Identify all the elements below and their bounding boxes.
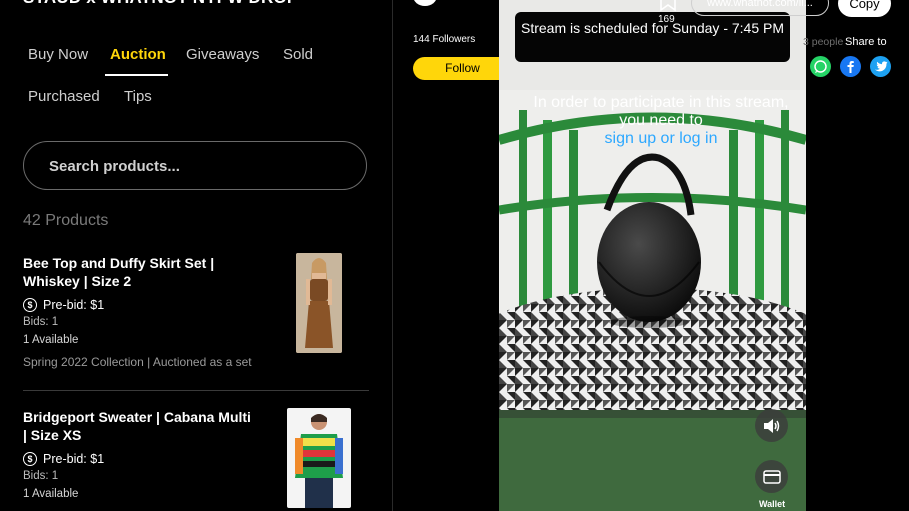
share-url[interactable]: www.whatnot.com/li...	[691, 0, 829, 16]
bookmark-count: 169	[658, 14, 675, 25]
viewers-text: 3 people	[803, 36, 844, 48]
share-to-label: Share to	[845, 36, 887, 48]
whatsapp-icon[interactable]	[810, 56, 831, 77]
dollar-icon: $	[23, 298, 37, 312]
product-thumbnail[interactable]	[287, 408, 351, 508]
tab-purchased[interactable]: Purchased	[28, 88, 100, 105]
copy-button[interactable]: Copy	[838, 0, 891, 17]
product-divider	[23, 390, 369, 391]
product-note: Spring 2022 Collection | Auctioned as a …	[23, 355, 252, 369]
products-count: 42 Products	[23, 212, 109, 229]
tab-sold[interactable]: Sold	[283, 46, 313, 63]
participate-text: In order to participate in this stream, …	[533, 94, 789, 129]
active-tab-indicator	[105, 74, 168, 76]
tab-buy-now[interactable]: Buy Now	[28, 46, 88, 63]
wallet-label: Wallet	[759, 499, 786, 509]
stream-area: 144 Followers Follow Stream is scheduled…	[393, 0, 909, 511]
product-title[interactable]: Bee Top and Duffy Skirt Set | Whiskey | …	[23, 254, 253, 290]
show-title: STAUD x WHATNOT NYFW DROP	[23, 0, 298, 8]
followers-count: 144 Followers	[413, 34, 476, 45]
product-title[interactable]: Bridgeport Sweater | Cabana Multi | Size…	[23, 408, 253, 444]
follow-button[interactable]: Follow	[413, 57, 512, 80]
search-box	[23, 141, 367, 191]
dollar-icon: $	[23, 452, 37, 466]
prebid-text: Pre-bid: $1	[43, 452, 105, 466]
tab-tips[interactable]: Tips	[124, 88, 152, 105]
product-thumbnail[interactable]	[296, 253, 342, 353]
wallet-icon[interactable]	[755, 460, 788, 493]
search-input[interactable]	[47, 142, 351, 191]
tab-auction[interactable]: Auction	[110, 46, 166, 63]
sign-up-login-link[interactable]: sign up or log in	[605, 130, 718, 147]
schedule-notice: Stream is scheduled for Sunday - 7:45 PM	[515, 12, 790, 62]
facebook-icon[interactable]	[840, 56, 861, 77]
avatar[interactable]	[413, 0, 437, 6]
tab-giveaways[interactable]: Giveaways	[186, 46, 259, 63]
prebid-text: Pre-bid: $1	[43, 298, 105, 312]
volume-icon[interactable]	[755, 409, 788, 442]
participate-message: In order to participate in this stream, …	[521, 94, 801, 148]
twitter-icon[interactable]	[870, 56, 891, 77]
product-panel: STAUD x WHATNOT NYFW DROP Buy Now Auctio…	[0, 0, 392, 511]
